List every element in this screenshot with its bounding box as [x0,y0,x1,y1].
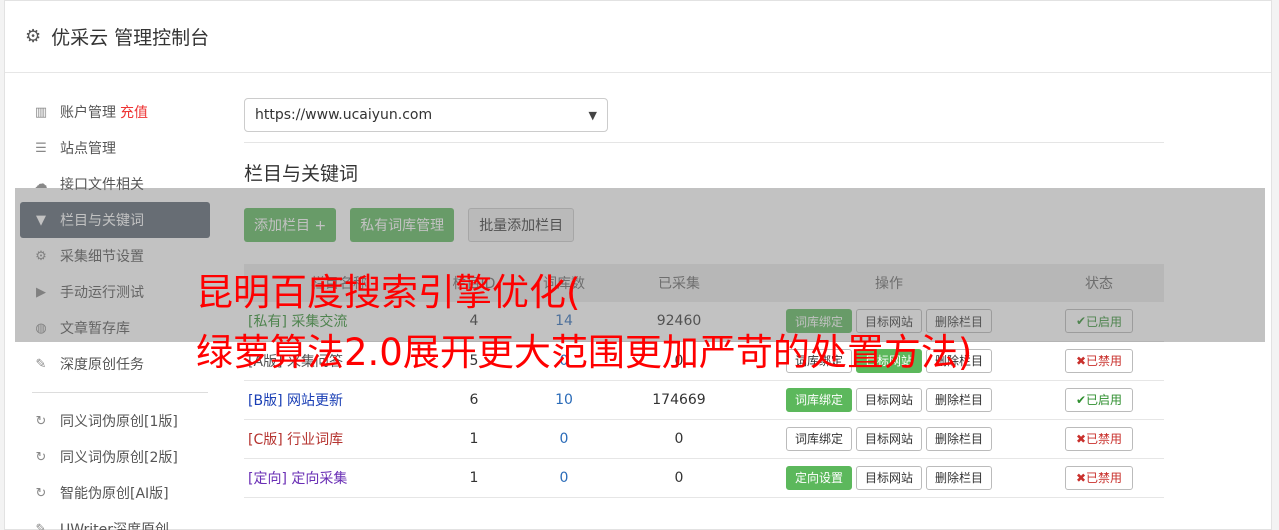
sidebar-item-label: UWriter深度原创 [60,522,169,530]
sidebar-item-label: 同义词伪原创[1版] [60,414,178,430]
sidebar-item-ai-rewrite[interactable]: ↻ 智能伪原创[AI版] [20,475,210,511]
target-site-button[interactable]: 目标网站 [855,465,922,490]
sidebar-item-synonym-v1[interactable]: ↻ 同义词伪原创[1版] [20,403,210,439]
status-toggle[interactable]: ✖ 已禁用 [1064,465,1134,490]
close-icon: ✖ [1075,353,1087,368]
sidebar-item-sites[interactable]: ☰ 站点管理 [20,130,210,166]
status-label: 已禁用 [1086,432,1123,446]
directed-settings-button[interactable]: 定向设置 [785,465,852,490]
target-site-button[interactable]: 目标网站 [855,426,922,451]
table-row: [定向] 定向采集 1 0 0 定向设置 目标网站 删除栏目 ✖ 已禁用 [244,458,1164,497]
status-label: 已禁用 [1086,471,1123,485]
refresh-icon: ↻ [35,449,47,465]
collected-count: 174669 [652,391,706,408]
server-icon: ☰ [35,140,47,156]
sidebar-item-label: 深度原创任务 [60,357,144,373]
table-row: [C版] 行业词库 1 0 0 词库绑定 目标网站 删除栏目 ✖ 已禁用 [244,419,1164,458]
column-id: 1 [469,469,479,486]
close-icon: ✖ [1075,470,1087,485]
sidebar-divider [32,392,208,393]
sidebar-item-synonym-v2[interactable]: ↻ 同义词伪原创[2版] [20,439,210,475]
divider [244,142,1164,143]
edit-icon: ✎ [35,521,47,530]
column-id: 6 [469,391,479,408]
column-tag: [B版] [248,392,283,409]
delete-column-button[interactable]: 删除栏目 [926,465,993,490]
column-name-link[interactable]: [定向] 定向采集 [248,471,347,487]
bind-lib-button[interactable]: 词库绑定 [785,387,852,412]
bind-lib-button[interactable]: 词库绑定 [785,426,852,451]
app-title: 优采云 管理控制台 [51,27,210,49]
status-toggle[interactable]: ✖ 已禁用 [1064,426,1134,451]
delete-column-button[interactable]: 删除栏目 [926,387,993,412]
column-tag: [定向] [248,470,287,487]
sidebar-item-label: 智能伪原创[AI版] [60,486,169,502]
status-toggle[interactable]: ✔ 已启用 [1064,387,1134,412]
word-count-link[interactable]: 10 [514,380,614,419]
column-name: 定向采集 [291,470,348,487]
recharge-link[interactable]: 充值 [120,102,148,122]
check-icon: ✔ [1075,392,1087,407]
table-row: [B版] 网站更新 6 10 174669 词库绑定 目标网站 删除栏目 ✔ 已启用 [244,380,1164,419]
sidebar-item-label: 同义词伪原创[2版] [60,450,178,466]
edit-icon: ✎ [35,356,47,372]
ad-overlay-band [15,188,1265,342]
column-name-link[interactable]: [C版] 行业词库 [248,432,343,448]
page-title: 栏目与关键词 [244,163,359,185]
column-tag: [C版] [248,431,283,448]
sidebar-item-label: 站点管理 [60,141,116,157]
close-icon: ✖ [1075,431,1087,446]
sidebar-item-label: 账户管理 [60,105,116,121]
app-header: ⚙ 优采云 管理控制台 [5,1,1271,73]
overlay-headline-line1: 昆明百度搜索引擎优化( [196,271,581,314]
refresh-icon: ↻ [35,485,47,501]
collected-count: 0 [674,430,684,447]
status-toggle[interactable]: ✖ 已禁用 [1064,348,1134,373]
status-label: 已禁用 [1086,354,1123,368]
overlay-headline-line2: 绿萝算法2.0展开更大范围更加严苛的处置方法) [196,331,973,374]
bar-chart-icon: ▥ [34,104,48,120]
column-name: 行业词库 [287,431,344,448]
sidebar-item-account[interactable]: ▥ 账户管理 充值 [20,94,210,130]
site-select[interactable]: https://www.ucaiyun.com ▼ [244,98,608,132]
sidebar-item-deep-original[interactable]: ✎ 深度原创任务 [20,346,210,382]
delete-column-button[interactable]: 删除栏目 [926,426,993,451]
site-select-value: https://www.ucaiyun.com [255,107,433,123]
word-count-link[interactable]: 0 [514,419,614,458]
column-name-link[interactable]: [B版] 网站更新 [248,393,343,409]
collected-count: 0 [674,469,684,486]
chevron-down-icon: ▼ [588,108,597,122]
sidebar-item-uwriter[interactable]: ✎ UWriter深度原创 [20,511,210,530]
word-count-link[interactable]: 0 [514,458,614,497]
target-site-button[interactable]: 目标网站 [855,387,922,412]
column-name: 网站更新 [286,392,343,409]
status-label: 已启用 [1086,393,1123,407]
column-id: 1 [469,430,479,447]
gear-icon: ⚙ [25,26,42,47]
refresh-icon: ↻ [35,413,47,429]
